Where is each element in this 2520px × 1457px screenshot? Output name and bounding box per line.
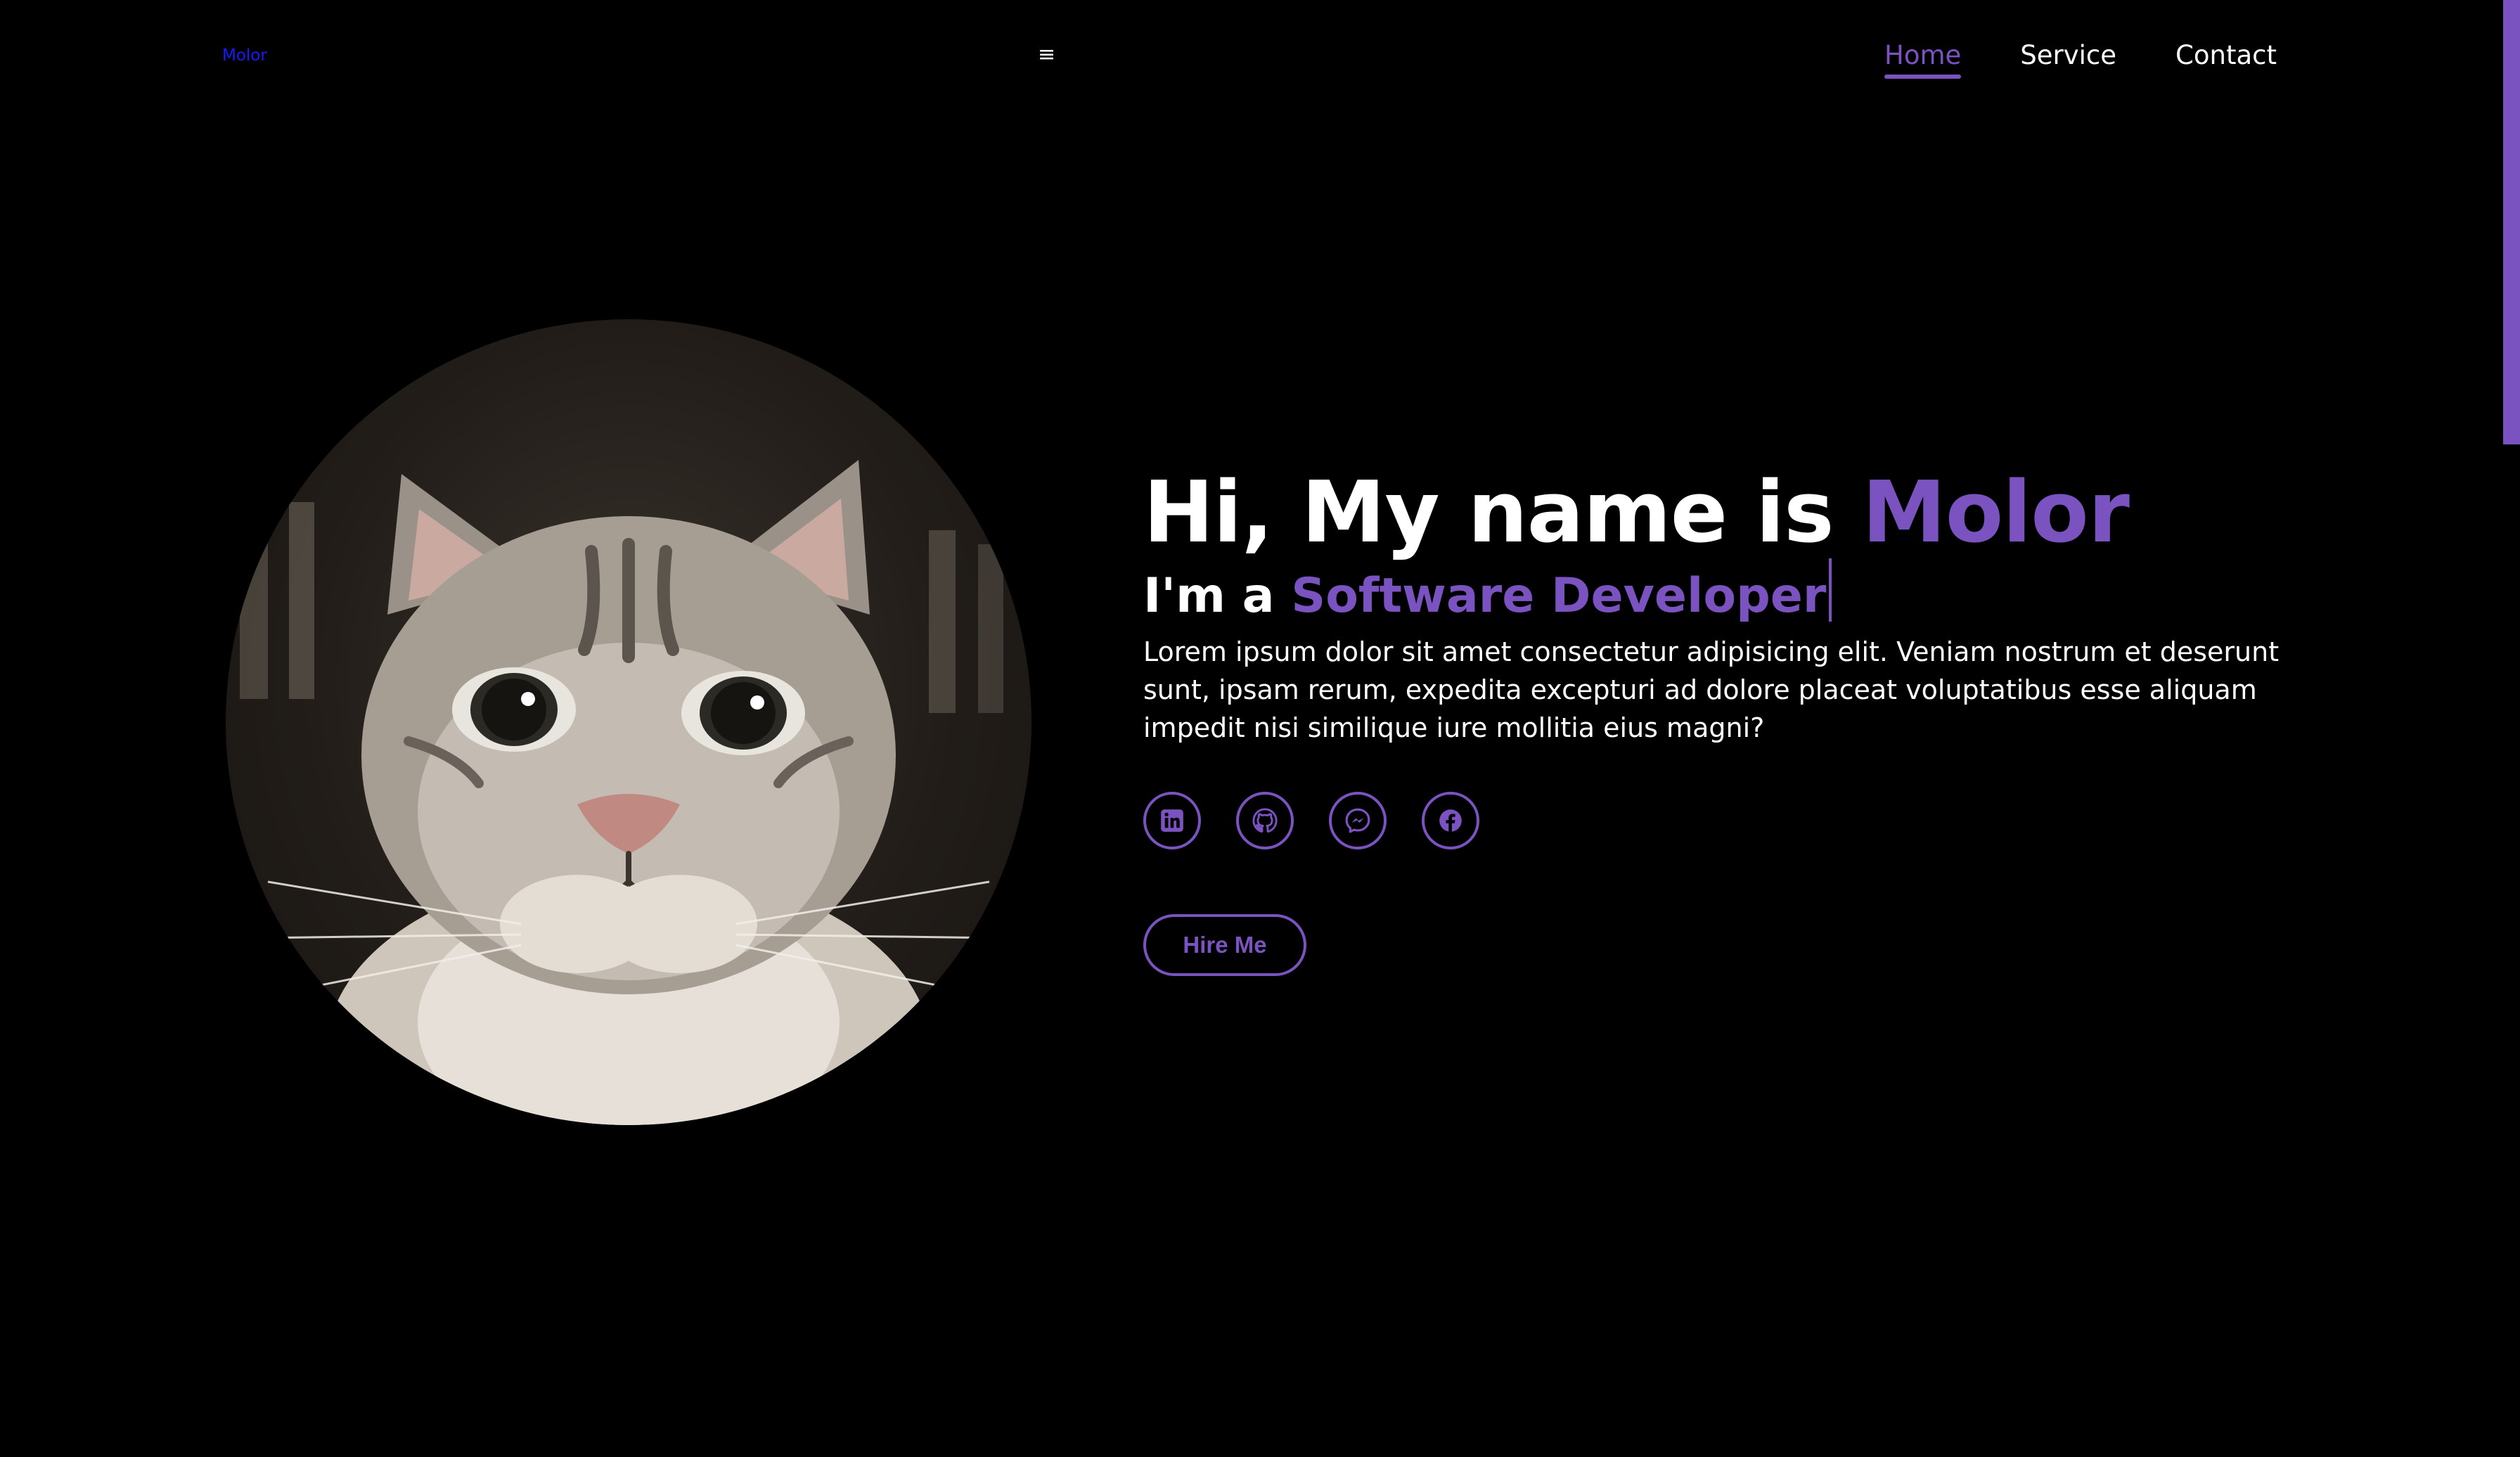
social-links <box>1143 792 2282 849</box>
linkedin-icon <box>1161 809 1183 832</box>
hire-me-button[interactable]: Hire Me <box>1143 914 1306 976</box>
greeting-text: Hi, My name is <box>1143 464 1863 562</box>
nav-home-link[interactable]: Home <box>1884 37 1962 79</box>
messenger-link[interactable] <box>1329 792 1387 849</box>
hamburger-icon[interactable]: ≡ <box>1038 41 1055 69</box>
scrollbar-track[interactable] <box>2503 0 2520 1457</box>
scrollbar-thumb[interactable] <box>2503 0 2520 444</box>
linkedin-link[interactable] <box>1143 792 1201 849</box>
github-icon <box>1252 808 1278 833</box>
nav-service-link[interactable]: Service <box>2020 37 2116 75</box>
hero-heading: Hi, My name is Molor <box>1143 457 2282 570</box>
typing-cursor <box>1829 558 1832 622</box>
github-link[interactable] <box>1236 792 1294 849</box>
main-nav: Home Service Contact <box>1884 37 2277 79</box>
facebook-link[interactable] <box>1422 792 1479 849</box>
messenger-icon <box>1345 808 1370 833</box>
cat-photo <box>240 460 1004 1125</box>
hero-content: Hi, My name is Molor I'm a Software Deve… <box>1143 457 2282 976</box>
nav-contact-link[interactable]: Contact <box>2175 37 2277 75</box>
role-title: Software Developer <box>1291 568 1827 624</box>
role-prefix: I'm a <box>1143 568 1292 624</box>
site-logo[interactable]: Molor <box>222 46 267 65</box>
facebook-icon <box>1439 809 1462 832</box>
hero-description: Lorem ipsum dolor sit amet consectetur a… <box>1143 636 2280 743</box>
hero-name: Molor <box>1862 464 2130 562</box>
profile-avatar <box>226 319 1031 1125</box>
